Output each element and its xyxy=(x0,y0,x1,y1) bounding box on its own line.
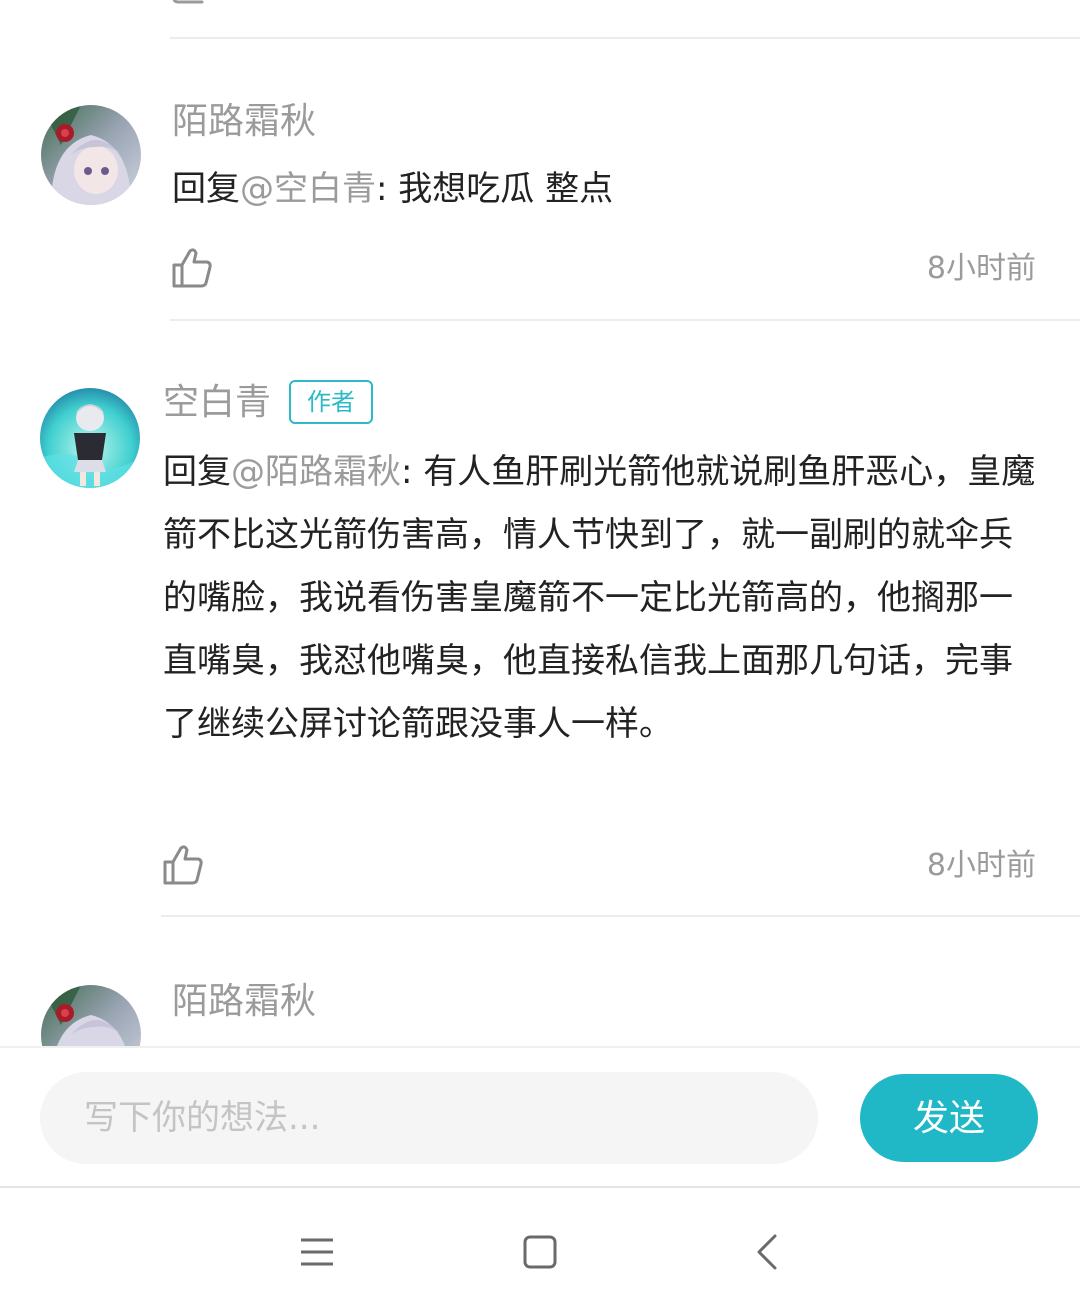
avatar[interactable] xyxy=(40,388,140,488)
comment-page: 陌路霜秋 回复@空白青: 我想吃瓜 整点 8小时前 空白青 作者 回复@陌路霜秋… xyxy=(0,0,1080,1315)
mention-link[interactable]: @空白青 xyxy=(240,169,376,209)
avatar-image xyxy=(41,105,141,205)
comment-divider xyxy=(161,915,1080,917)
system-nav-bar xyxy=(0,1186,1080,1315)
send-button[interactable]: 发送 xyxy=(860,1074,1038,1162)
comment-divider xyxy=(170,319,1080,321)
home-square-icon[interactable] xyxy=(510,1222,570,1282)
comment-text: 回复@空白青: 我想吃瓜 整点 xyxy=(172,158,1042,221)
comment-divider xyxy=(170,37,1080,39)
comment-composer: 发送 xyxy=(0,1046,1080,1188)
avatar[interactable] xyxy=(41,105,141,205)
comment-content: 有人鱼肝刷光箭他就说刷鱼肝恶心，皇魔箭不比这光箭伤害高，情人节快到了，就一副刷的… xyxy=(163,452,1036,744)
comment-input[interactable] xyxy=(40,1072,818,1164)
thumbs-up-icon[interactable] xyxy=(161,843,205,887)
separator: : xyxy=(376,169,399,209)
comment-content: 我想吃瓜 整点 xyxy=(398,169,614,209)
comment-text: 回复@陌路霜秋: 有人鱼肝刷光箭他就说刷鱼肝恶心，皇魔箭不比这光箭伤害高，情人节… xyxy=(163,441,1038,756)
comment-time: 8小时前 xyxy=(926,848,1036,883)
avatar[interactable] xyxy=(41,985,141,1046)
back-chevron-icon[interactable] xyxy=(737,1222,797,1282)
menu-icon[interactable] xyxy=(287,1222,347,1282)
comment-list[interactable]: 陌路霜秋 回复@空白青: 我想吃瓜 整点 8小时前 空白青 作者 回复@陌路霜秋… xyxy=(0,0,1080,1046)
avatar-image xyxy=(40,388,140,488)
thumbs-up-icon[interactable] xyxy=(170,246,214,290)
mention-link[interactable]: @陌路霜秋 xyxy=(231,452,401,492)
username[interactable]: 陌路霜秋 xyxy=(172,100,316,144)
avatar-image xyxy=(41,985,141,1046)
comment-time: 8小时前 xyxy=(926,251,1036,286)
reply-prefix: 回复 xyxy=(172,169,240,209)
username[interactable]: 陌路霜秋 xyxy=(172,980,316,1024)
thumbs-up-icon[interactable] xyxy=(172,0,208,4)
separator: : xyxy=(401,452,424,492)
author-badge: 作者 xyxy=(289,380,373,424)
username[interactable]: 空白青 xyxy=(163,381,271,425)
reply-prefix: 回复 xyxy=(163,452,231,492)
